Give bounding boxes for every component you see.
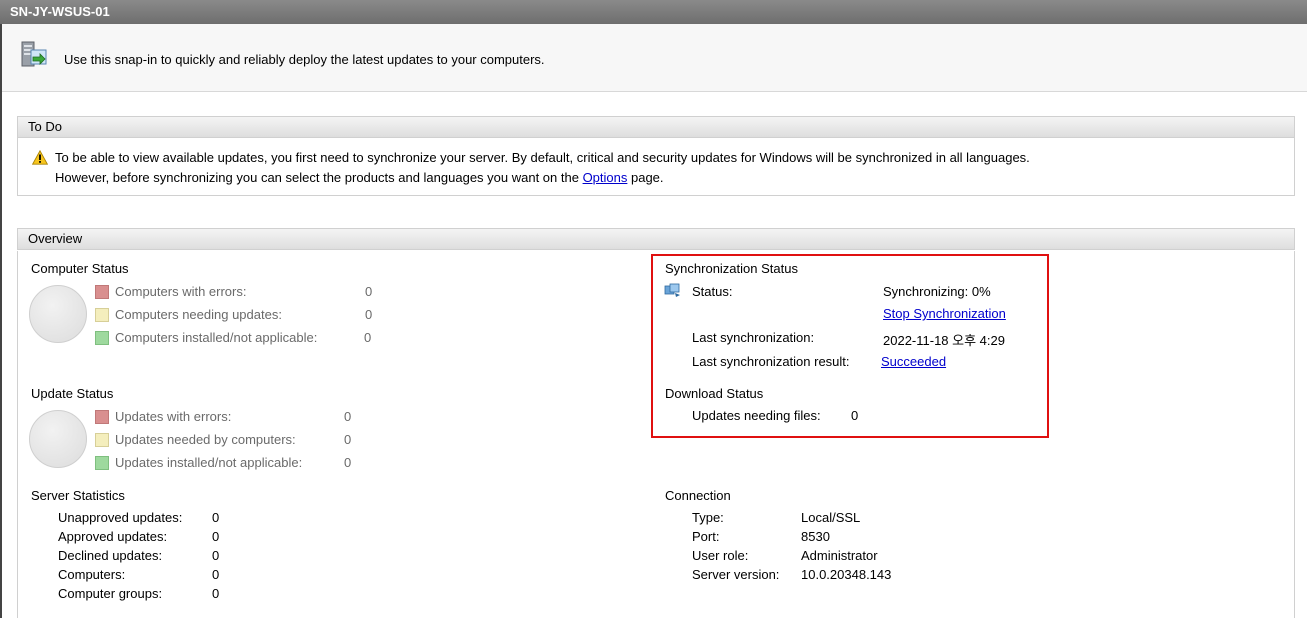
connection-port-label: Port: bbox=[692, 529, 720, 544]
todo-header-label: To Do bbox=[28, 119, 62, 134]
todo-body: To be able to view available updates, yo… bbox=[17, 138, 1295, 196]
succeeded-link[interactable]: Succeeded bbox=[881, 354, 946, 369]
installed-swatch bbox=[95, 456, 109, 470]
computers-installed-value: 0 bbox=[364, 330, 372, 345]
todo-message-line2: However, before synchronizing you can se… bbox=[55, 170, 664, 185]
error-swatch bbox=[95, 410, 109, 424]
computer-status-title: Computer Status bbox=[31, 261, 129, 276]
connection-type-value: Local/SSL bbox=[801, 510, 861, 525]
window-title: SN-JY-WSUS-01 bbox=[10, 4, 110, 19]
updates-needed-value: 0 bbox=[344, 432, 352, 447]
update-status-title: Update Status bbox=[31, 386, 114, 401]
last-sync-result-label: Last synchronization result: bbox=[692, 354, 850, 369]
user-role-value: Administrator bbox=[801, 548, 878, 563]
updates-with-errors-label: Updates with errors: bbox=[115, 409, 232, 424]
computers-count-label: Computers: bbox=[58, 567, 126, 582]
connection-port-value: 8530 bbox=[801, 529, 830, 544]
updates-installed-label: Updates installed/not applicable: bbox=[115, 455, 303, 470]
todo-line2-suffix: page. bbox=[627, 170, 664, 185]
computers-count-value: 0 bbox=[212, 567, 220, 582]
computer-status-pie bbox=[29, 285, 87, 343]
sync-status-value: Synchronizing: 0% bbox=[883, 284, 991, 299]
connection-title: Connection bbox=[665, 488, 731, 503]
sync-icon bbox=[664, 283, 680, 297]
sync-status-label: Status: bbox=[692, 284, 733, 299]
installed-swatch bbox=[95, 331, 109, 345]
declined-updates-value: 0 bbox=[212, 548, 220, 563]
unapproved-updates-value: 0 bbox=[212, 510, 220, 525]
last-sync-value: 2022-11-18 오후 4:29 bbox=[883, 333, 1005, 348]
declined-updates-label: Declined updates: bbox=[58, 548, 163, 563]
overview-header-label: Overview bbox=[28, 231, 83, 246]
updates-installed-value: 0 bbox=[344, 455, 352, 470]
user-role-label: User role: bbox=[692, 548, 749, 563]
computers-with-errors-value: 0 bbox=[365, 284, 373, 299]
todo-message-line1: To be able to view available updates, yo… bbox=[55, 150, 1030, 165]
download-status-title: Download Status bbox=[665, 386, 764, 401]
options-link[interactable]: Options bbox=[583, 170, 628, 185]
wsus-server-icon bbox=[21, 41, 47, 67]
overview-header: Overview bbox=[17, 228, 1295, 250]
computers-needing-updates-value: 0 bbox=[365, 307, 373, 322]
description-text: Use this snap-in to quickly and reliably… bbox=[64, 52, 545, 67]
computers-needing-updates-label: Computers needing updates: bbox=[115, 307, 282, 322]
updates-needed-label: Updates needed by computers: bbox=[115, 432, 296, 447]
todo-header: To Do bbox=[17, 116, 1295, 138]
needed-swatch bbox=[95, 433, 109, 447]
warning-icon bbox=[32, 150, 48, 165]
last-sync-label: Last synchronization: bbox=[692, 330, 815, 345]
server-version-label: Server version: bbox=[692, 567, 780, 582]
todo-line2-prefix: However, before synchronizing you can se… bbox=[55, 170, 583, 185]
server-version-value: 10.0.20348.143 bbox=[801, 567, 892, 582]
description-band: Use this snap-in to quickly and reliably… bbox=[2, 24, 1307, 92]
left-border bbox=[0, 24, 2, 618]
updates-with-errors-value: 0 bbox=[344, 409, 352, 424]
computers-installed-label: Computers installed/not applicable: bbox=[115, 330, 318, 345]
computer-groups-value: 0 bbox=[212, 586, 220, 601]
error-swatch bbox=[95, 285, 109, 299]
needed-swatch bbox=[95, 308, 109, 322]
window-title-bar: SN-JY-WSUS-01 bbox=[0, 0, 1307, 24]
computers-with-errors-label: Computers with errors: bbox=[115, 284, 247, 299]
approved-updates-label: Approved updates: bbox=[58, 529, 168, 544]
connection-type-label: Type: bbox=[692, 510, 724, 525]
approved-updates-value: 0 bbox=[212, 529, 220, 544]
unapproved-updates-label: Unapproved updates: bbox=[58, 510, 183, 525]
updates-needing-files-value: 0 bbox=[851, 408, 859, 423]
computer-groups-label: Computer groups: bbox=[58, 586, 163, 601]
stop-synchronization-link[interactable]: Stop Synchronization bbox=[883, 306, 1006, 321]
updates-needing-files-label: Updates needing files: bbox=[692, 408, 821, 423]
server-statistics-title: Server Statistics bbox=[31, 488, 125, 503]
sync-status-title: Synchronization Status bbox=[665, 261, 798, 276]
update-status-pie bbox=[29, 410, 87, 468]
